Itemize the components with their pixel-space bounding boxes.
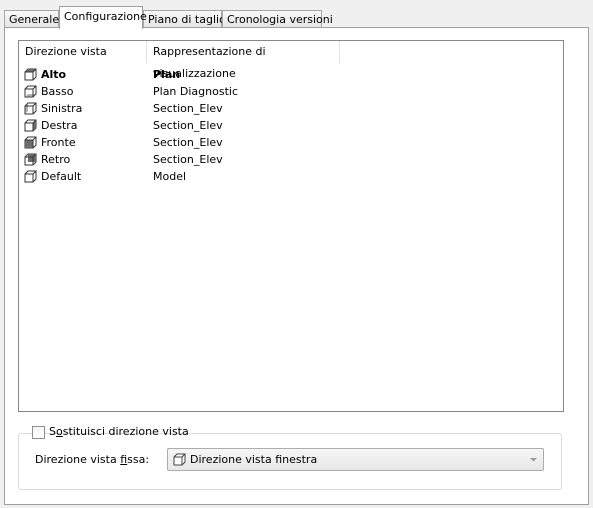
tab-configurazione[interactable]: Configurazione xyxy=(59,6,147,29)
tab-label: Cronologia versioni xyxy=(227,13,333,26)
row-direction: Default xyxy=(41,170,82,183)
list-row-sinistra[interactable]: Sinistra Section_Elev xyxy=(19,100,563,117)
view-window-icon xyxy=(173,453,186,466)
list-row-basso[interactable]: Basso Plan Diagnostic xyxy=(19,83,563,100)
row-representation: Section_Elev xyxy=(153,153,223,166)
row-direction: Fronte xyxy=(41,136,76,149)
list-row-default[interactable]: Default Model xyxy=(19,168,563,185)
override-checkbox-row[interactable]: Sostituisci direzione vista xyxy=(32,425,189,440)
tab-generale[interactable]: Generale xyxy=(4,10,59,28)
view-right-icon xyxy=(24,119,37,132)
view-top-icon xyxy=(24,68,37,81)
column-header-rappresentazione[interactable]: Rappresentazione di visualizzazione xyxy=(147,41,340,80)
list-row-fronte[interactable]: Fronte Section_Elev xyxy=(19,134,563,151)
tab-label: Generale xyxy=(9,13,60,26)
tab-cronologia-versioni[interactable]: Cronologia versioni xyxy=(222,10,333,28)
list-row-destra[interactable]: Destra Section_Elev xyxy=(19,117,563,134)
override-checkbox-label[interactable]: Sostituisci direzione vista xyxy=(49,425,189,439)
row-direction: Sinistra xyxy=(41,102,83,115)
view-default-icon xyxy=(24,170,37,183)
tab-label: Configurazione xyxy=(64,10,147,23)
fixed-direction-value: Direzione vista finestra xyxy=(190,453,318,466)
row-direction: Destra xyxy=(41,119,78,132)
list-row-alto[interactable]: Alto Plan xyxy=(19,66,563,83)
view-back-icon xyxy=(24,153,37,166)
row-representation: Section_Elev xyxy=(153,136,223,149)
row-representation: Section_Elev xyxy=(153,102,223,115)
view-direction-list[interactable]: Direzione vista Rappresentazione di visu… xyxy=(18,40,564,412)
row-direction: Basso xyxy=(41,85,74,98)
view-front-icon xyxy=(24,136,37,149)
fixed-direction-label: Direzione vista fissa: xyxy=(35,453,150,466)
row-direction: Alto xyxy=(41,68,67,81)
view-left-icon xyxy=(24,102,37,115)
row-representation: Plan xyxy=(153,68,181,81)
tab-piano-di-taglio[interactable]: Piano di taglio xyxy=(143,10,226,28)
configuration-panel: Direzione vista Rappresentazione di visu… xyxy=(4,27,589,505)
fixed-direction-select[interactable]: Direzione vista finestra xyxy=(167,448,544,471)
row-direction: Retro xyxy=(41,153,71,166)
row-representation: Plan Diagnostic xyxy=(153,85,238,98)
row-representation: Model xyxy=(153,170,187,183)
row-representation: Section_Elev xyxy=(153,119,223,132)
tab-label: Piano di taglio xyxy=(148,13,226,26)
list-header: Direzione vista Rappresentazione di visu… xyxy=(19,41,563,80)
column-header-direzione-vista[interactable]: Direzione vista xyxy=(19,41,147,63)
view-bottom-icon xyxy=(24,85,37,98)
list-row-retro[interactable]: Retro Section_Elev xyxy=(19,151,563,168)
chevron-down-icon xyxy=(530,458,537,462)
override-checkbox[interactable] xyxy=(32,426,45,439)
